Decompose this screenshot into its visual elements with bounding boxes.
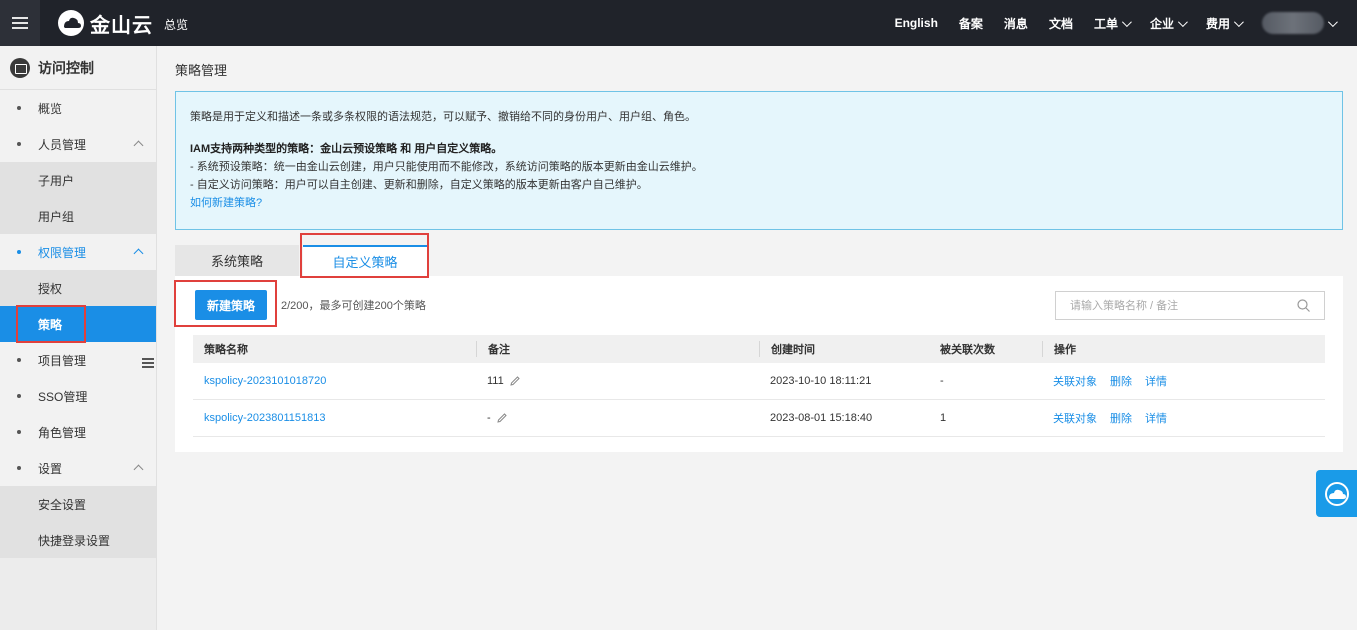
header-linked: 被关联次数 [940, 344, 995, 356]
policy-quota-text: 2/200，最多可创建200个策略 [281, 300, 426, 312]
page-title: 策略管理 [175, 63, 228, 78]
bullet-icon [17, 358, 21, 362]
hamburger-menu-button[interactable] [0, 0, 40, 46]
sidebar-collapse-icon[interactable] [142, 356, 156, 370]
nav-tickets[interactable]: 工单 [1094, 15, 1132, 32]
brand-name: 金山云 [90, 14, 153, 37]
delete-link[interactable]: 删除 [1110, 410, 1132, 426]
header-created: 创建时间 [759, 341, 929, 357]
policy-panel: 新建策略 2/200，最多可创建200个策略 策略名称 备注 创建时间 被关联次… [175, 276, 1343, 452]
top-nav-right: English 备案 消息 文档 工单 企业 费用 [874, 0, 1338, 46]
sidebar-item-authorize[interactable]: 授权 [0, 270, 156, 306]
nav-overview-link[interactable]: 总览 [164, 16, 188, 33]
info-line: - 系统预设策略：统一由金山云创建，用户只能使用而不能修改，系统访问策略的版本更… [190, 161, 703, 173]
chevron-down-icon [1177, 16, 1188, 27]
details-link[interactable]: 详情 [1145, 410, 1167, 426]
created-cell: 2023-08-01 15:18:40 [770, 412, 873, 424]
bullet-icon [17, 394, 21, 398]
sidebar-item-overview[interactable]: 概览 [0, 90, 156, 126]
avatar [1262, 12, 1324, 34]
nav-beian[interactable]: 备案 [959, 15, 983, 32]
search-box [1055, 291, 1325, 320]
info-line: - 自定义访问策略：用户可以自主创建、更新和删除，自定义策略的版本更新由客户自己… [190, 179, 648, 191]
sidebar-item-quicklogin[interactable]: 快捷登录设置 [0, 522, 156, 558]
highlight-box-policy-nav [16, 305, 86, 343]
remark-cell: - [476, 412, 759, 424]
bullet-icon [17, 106, 21, 110]
chevron-up-icon [133, 248, 144, 259]
linked-count-cell: 1 [940, 412, 947, 424]
chevron-down-icon [1327, 16, 1338, 27]
created-cell: 2023-10-10 18:11:21 [770, 375, 872, 387]
policy-table: 策略名称 备注 创建时间 被关联次数 操作 kspolicy-202310101… [193, 335, 1325, 437]
search-icon[interactable] [1297, 299, 1310, 312]
header-remark: 备注 [476, 341, 759, 357]
sidebar-header: 访问控制 [0, 46, 156, 90]
bullet-icon [17, 430, 21, 434]
linked-count-cell: - [940, 375, 944, 387]
main-content: 策略管理 策略是用于定义和描述一条或多条权限的语法规范，可以赋予、撤销给不同的身… [157, 46, 1357, 630]
brand-logo[interactable]: 金山云 [56, 9, 153, 37]
header-actions: 操作 [1042, 341, 1325, 357]
highlight-box-custom-tab [300, 233, 429, 278]
chevron-down-icon [1121, 16, 1132, 27]
table-row: kspolicy-2023101018720 111 2023-10-10 18… [193, 363, 1325, 400]
edit-pencil-icon[interactable] [496, 412, 508, 424]
delete-link[interactable]: 删除 [1110, 373, 1132, 389]
sidebar-title: 访问控制 [38, 59, 94, 76]
table-row: kspolicy-2023801151813 - 2023-08-01 15:1… [193, 400, 1325, 437]
chevron-up-icon [133, 140, 144, 151]
policy-name-link[interactable]: kspolicy-2023101018720 [193, 375, 476, 387]
cloud-support-icon [1324, 481, 1349, 506]
associate-object-link[interactable]: 关联对象 [1053, 373, 1097, 389]
sidebar-item-usergroup[interactable]: 用户组 [0, 198, 156, 234]
bullet-icon [17, 250, 21, 254]
nav-messages[interactable]: 消息 [1004, 15, 1028, 32]
nav-billing[interactable]: 费用 [1206, 15, 1244, 32]
sidebar-item-role[interactable]: 角色管理 [0, 414, 156, 450]
actions-cell: 关联对象 删除 详情 [1042, 410, 1325, 426]
chevron-up-icon [133, 464, 144, 475]
nav-docs[interactable]: 文档 [1049, 15, 1073, 32]
nav-english[interactable]: English [895, 16, 938, 30]
info-box: 策略是用于定义和描述一条或多条权限的语法规范，可以赋予、撤销给不同的身份用户、用… [175, 91, 1343, 230]
details-link[interactable]: 详情 [1145, 373, 1167, 389]
policy-name-link[interactable]: kspolicy-2023801151813 [193, 412, 476, 424]
highlight-box-new-button [174, 280, 277, 327]
top-navbar: 金山云 总览 English 备案 消息 文档 工单 企业 费用 [0, 0, 1357, 46]
sidebar-item-subuser[interactable]: 子用户 [0, 162, 156, 198]
access-control-icon [10, 57, 30, 78]
bullet-icon [17, 142, 21, 146]
bullet-icon [17, 466, 21, 470]
user-account-menu[interactable] [1262, 12, 1338, 34]
info-line: 策略是用于定义和描述一条或多条权限的语法规范，可以赋予、撤销给不同的身份用户、用… [190, 111, 696, 123]
sidebar-item-security[interactable]: 安全设置 [0, 486, 156, 522]
associate-object-link[interactable]: 关联对象 [1053, 410, 1097, 426]
remark-cell: 111 [476, 375, 759, 387]
floating-support-button[interactable] [1316, 470, 1357, 517]
tab-system-policy[interactable]: 系统策略 [175, 245, 299, 276]
header-name: 策略名称 [204, 344, 248, 356]
sidebar-item-permission[interactable]: 权限管理 [0, 234, 156, 270]
chevron-down-icon [1233, 16, 1244, 27]
table-header: 策略名称 备注 创建时间 被关联次数 操作 [193, 335, 1325, 363]
sidebar-item-settings[interactable]: 设置 [0, 450, 156, 486]
search-input[interactable] [1056, 292, 1286, 319]
sidebar-item-project[interactable]: 项目管理 [0, 342, 156, 378]
menu-icon [12, 22, 28, 24]
cloud-logo-icon [58, 10, 84, 36]
sidebar-item-sso[interactable]: SSO管理 [0, 378, 156, 414]
nav-enterprise[interactable]: 企业 [1150, 15, 1188, 32]
how-to-create-policy-link[interactable]: 如何新建策略? [190, 194, 1328, 212]
sidebar-item-people[interactable]: 人员管理 [0, 126, 156, 162]
info-heading: IAM支持两种类型的策略：金山云预设策略 和 用户自定义策略。 [190, 143, 503, 155]
edit-pencil-icon[interactable] [509, 375, 521, 387]
actions-cell: 关联对象 删除 详情 [1042, 373, 1325, 389]
